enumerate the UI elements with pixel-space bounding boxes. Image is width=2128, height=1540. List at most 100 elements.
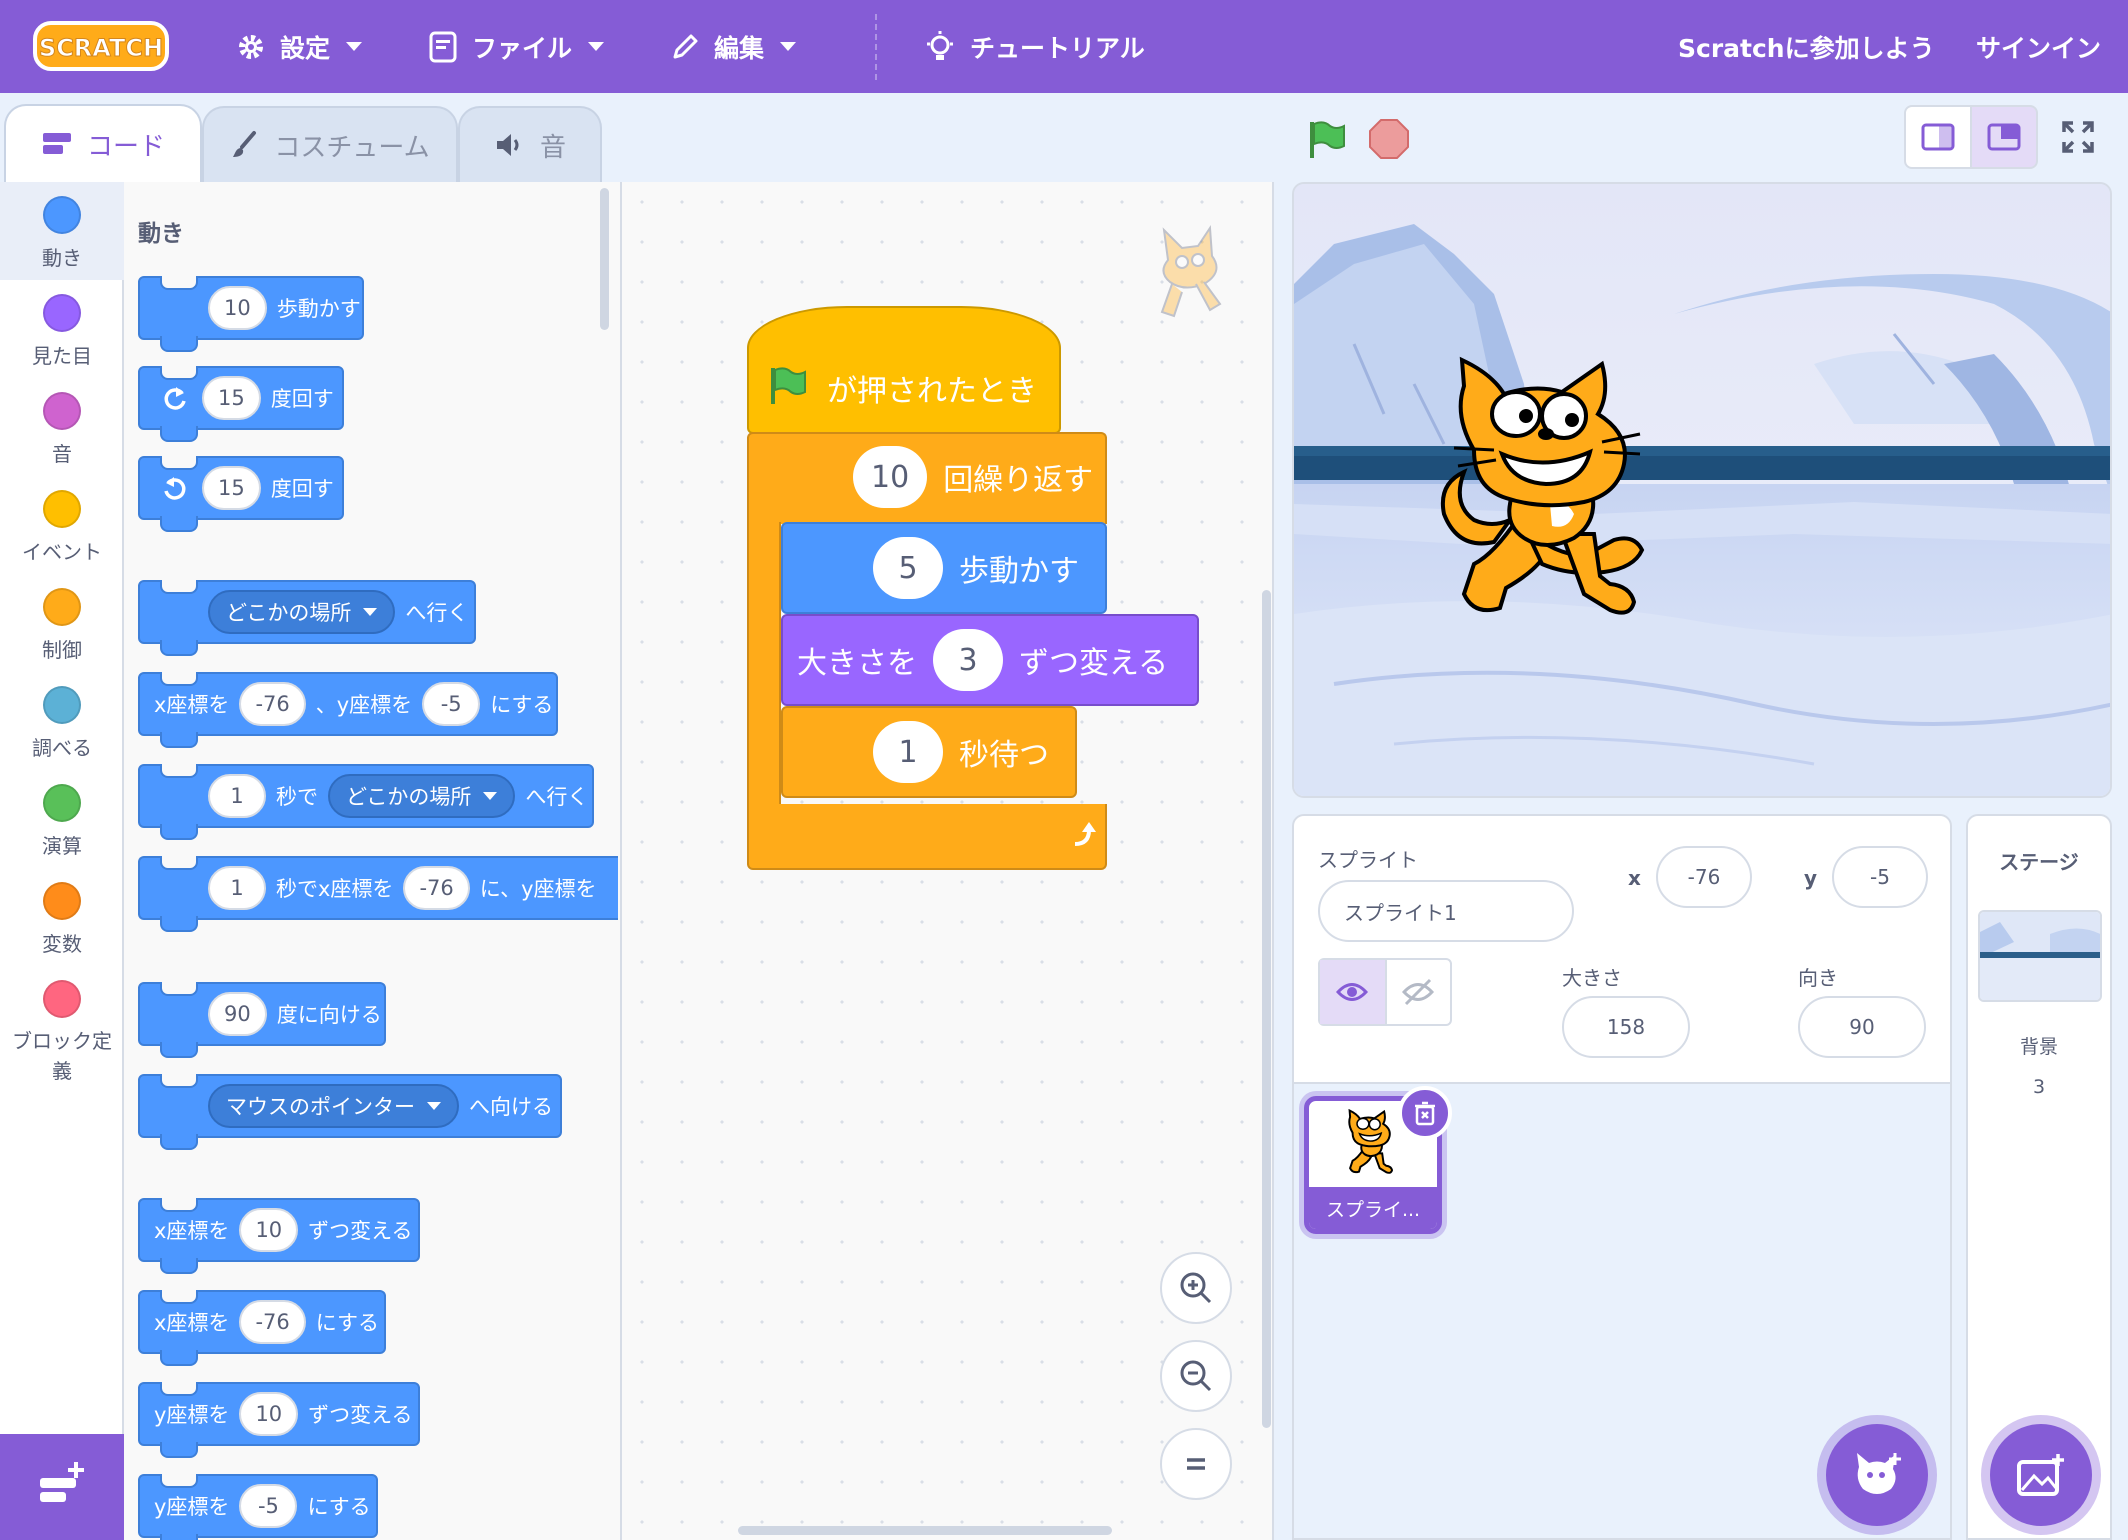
block-set-y[interactable]: y座標を -5 にする (138, 1474, 378, 1540)
block-input[interactable]: 15 (202, 376, 261, 420)
category-sound[interactable]: 音 (0, 378, 124, 476)
tab-sounds[interactable]: 音 (458, 106, 602, 182)
wait-input[interactable]: 1 (873, 721, 943, 783)
block-glide-xy[interactable]: 1 秒でx座標を -76 に、y座標を (138, 856, 618, 932)
category-my-blocks[interactable]: ブロック定義 (0, 966, 124, 1083)
choose-backdrop-button[interactable] (1990, 1424, 2092, 1526)
block-glide-to[interactable]: 1 秒で どこかの場所 へ行く (138, 764, 594, 840)
sprite-name-input[interactable]: スプライト1 (1318, 880, 1574, 942)
fullscreen-icon (2062, 121, 2094, 153)
rotate-left-icon (164, 477, 186, 500)
block-text: にする (307, 1495, 371, 1519)
block-input[interactable]: 1 (208, 866, 266, 910)
backdrop-label: 背景 (2019, 1036, 2058, 1058)
zoom-out-button[interactable] (1160, 1340, 1232, 1412)
block-dropdown[interactable]: どこかの場所 (328, 774, 516, 818)
normal-stage-icon (1987, 123, 2021, 151)
wait-block[interactable]: 1 秒待つ (781, 706, 1077, 798)
repeat-row: 10 回繰り返す (837, 444, 1093, 510)
tab-costumes[interactable]: コスチューム (202, 106, 458, 182)
cat-sprite[interactable] (1434, 354, 1704, 654)
block-turn-right[interactable]: 15 度回す (138, 366, 344, 442)
category-motion[interactable]: 動き (0, 182, 124, 280)
script-vertical-scrollbar[interactable] (1262, 590, 1271, 1428)
category-operators[interactable]: 演算 (0, 770, 124, 868)
category-events[interactable]: イベント (0, 476, 124, 574)
backdrop-thumbnail[interactable] (1978, 910, 2102, 1002)
block-dropdown[interactable]: マウスのポインター (208, 1084, 459, 1128)
category-variables[interactable]: 変数 (0, 868, 124, 966)
block-input[interactable]: 15 (202, 466, 261, 510)
direction-label: 向き (1798, 966, 1838, 990)
hide-sprite-button[interactable] (1384, 960, 1450, 1024)
file-menu[interactable]: ファイル (428, 0, 605, 93)
code-blocks-icon (42, 133, 71, 154)
block-goto[interactable]: どこかの場所 へ行く (138, 580, 476, 656)
script-horizontal-scrollbar[interactable] (738, 1526, 1112, 1535)
add-extension-button[interactable] (0, 1434, 124, 1540)
block-input[interactable]: 1 (208, 774, 266, 818)
block-change-x[interactable]: x座標を 10 ずつ変える (138, 1198, 420, 1274)
category-motion-dot (43, 196, 81, 234)
green-flag-button[interactable] (1304, 118, 1348, 166)
block-input[interactable]: -5 (239, 1484, 298, 1528)
change-size-input[interactable]: 3 (933, 629, 1003, 691)
block-input[interactable]: -5 (422, 682, 481, 726)
category-looks[interactable]: 見た目 (0, 280, 124, 378)
eye-icon (1336, 983, 1369, 1001)
choose-sprite-button[interactable] (1826, 1424, 1928, 1526)
zoom-reset-button[interactable] (1160, 1428, 1232, 1500)
block-change-y[interactable]: y座標を 10 ずつ変える (138, 1382, 420, 1458)
block-input[interactable]: 10 (239, 1208, 299, 1252)
block-input[interactable]: 10 (208, 286, 267, 330)
block-goto-xy[interactable]: x座標を -76 、y座標を -5 にする (138, 672, 558, 748)
palette-scrollbar[interactable] (600, 188, 609, 330)
block-point-towards[interactable]: マウスのポインター へ向ける (138, 1074, 562, 1150)
stage-canvas[interactable] (1292, 182, 2112, 798)
block-input[interactable]: -76 (239, 1300, 306, 1344)
repeat-count-input[interactable]: 10 (853, 446, 928, 508)
block-input[interactable]: -76 (239, 682, 306, 726)
edit-label: 編集 (714, 33, 765, 63)
gear-icon (239, 34, 263, 59)
show-sprite-button[interactable] (1320, 960, 1385, 1024)
block-input[interactable]: 10 (239, 1392, 299, 1436)
repeat-bottom (747, 804, 1107, 870)
when-flag-clicked-block[interactable]: が押されたとき (747, 306, 1061, 434)
block-input[interactable]: -76 (403, 866, 470, 910)
zoom-in-button[interactable] (1160, 1252, 1232, 1324)
normal-stage-button[interactable] (1970, 105, 2038, 169)
category-menu: 動き 見た目 音 イベント 制御 調べる 演算 変数 ブロック定義 (0, 182, 124, 1540)
scratch-logo[interactable]: SCRATCH (33, 19, 169, 73)
block-point-direction[interactable]: 90 度に向ける (138, 982, 386, 1058)
sprite-y-input[interactable]: -5 (1832, 846, 1928, 908)
edit-menu[interactable]: 編集 (670, 0, 797, 93)
block-turn-left[interactable]: 15 度回す (138, 456, 344, 532)
move-steps-input[interactable]: 5 (873, 537, 943, 599)
block-text: にする (315, 1311, 379, 1335)
category-sensing[interactable]: 調べる (0, 672, 124, 770)
delete-sprite-button[interactable] (1398, 1086, 1452, 1140)
sprite-size-input[interactable]: 158 (1562, 996, 1690, 1058)
fullscreen-button[interactable] (2044, 105, 2112, 169)
small-stage-button[interactable] (1904, 105, 1972, 169)
category-control[interactable]: 制御 (0, 574, 124, 672)
sprite-direction-input[interactable]: 90 (1798, 996, 1926, 1058)
settings-menu[interactable]: 設定 (236, 0, 363, 93)
block-move-steps[interactable]: 10 歩動かす (138, 276, 364, 352)
add-backdrop-icon (2017, 1454, 2064, 1496)
join-scratch-link[interactable]: Scratchに参加しよう (1678, 0, 1935, 93)
sprite-x-input[interactable]: -76 (1656, 846, 1752, 908)
tab-code[interactable]: コード (4, 104, 202, 182)
change-size-block[interactable]: 大きさを 3 ずつ変える (781, 614, 1199, 706)
category-label: 動き (42, 246, 82, 270)
signin-link[interactable]: サインイン (1976, 0, 2101, 93)
block-text: 、y座標を (315, 693, 413, 717)
block-text: 度に向ける (276, 1003, 382, 1027)
tutorials-menu[interactable]: チュートリアル (924, 0, 1145, 93)
block-input[interactable]: 90 (208, 992, 267, 1036)
move-steps-block[interactable]: 5 歩動かす (781, 522, 1107, 614)
block-set-x[interactable]: x座標を -76 にする (138, 1290, 386, 1366)
stop-button[interactable] (1368, 118, 1410, 160)
block-dropdown[interactable]: どこかの場所 (208, 590, 396, 634)
